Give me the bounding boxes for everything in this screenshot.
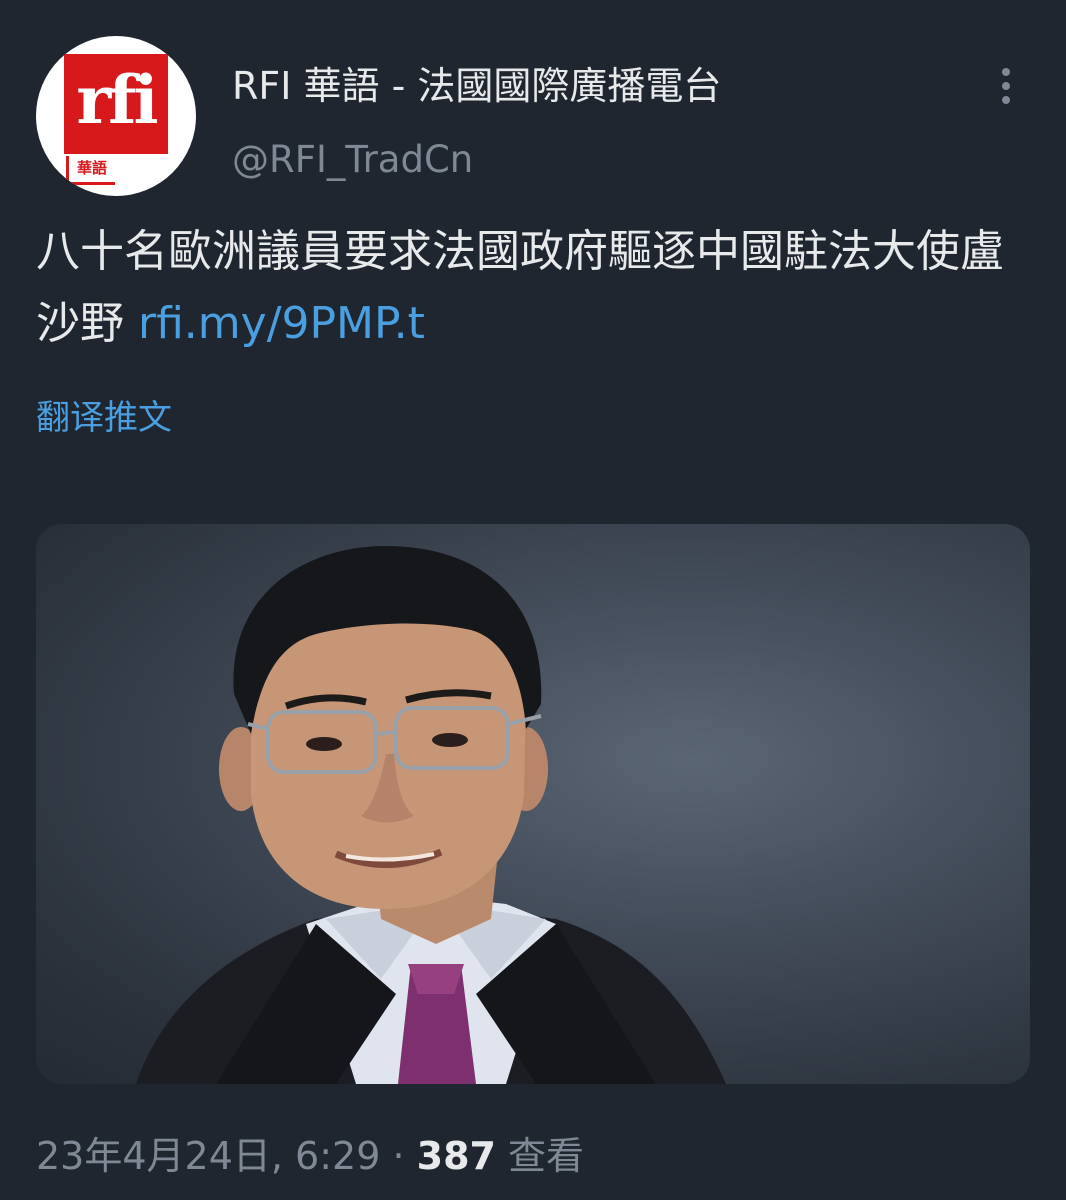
more-dot xyxy=(1002,96,1010,104)
rfi-logo: rfi 華語 xyxy=(64,54,168,186)
views-count: 387 xyxy=(416,1134,496,1178)
tweet-media-photo[interactable] xyxy=(36,524,1030,1084)
display-name[interactable]: RFI 華語 - 法國國際廣播電台 xyxy=(232,58,721,114)
more-dot xyxy=(1002,68,1010,76)
meta-separator: · xyxy=(380,1134,417,1178)
account-handle[interactable]: @RFI_TradCn xyxy=(232,132,473,188)
logo-text: rfi xyxy=(76,61,158,139)
portrait-photo xyxy=(136,545,726,1084)
avatar[interactable]: rfi 華語 xyxy=(36,36,196,196)
tweet-link[interactable]: rfi.my/9PMP.t xyxy=(138,298,425,349)
tweet-text: 八十名歐洲議員要求法國政府驅逐中國駐法大使盧沙野 rfi.my/9PMP.t xyxy=(36,216,1026,360)
translate-tweet-button[interactable]: 翻译推文 xyxy=(36,388,172,448)
more-dot xyxy=(1002,82,1010,90)
more-options-icon[interactable] xyxy=(986,62,1026,110)
tweet-meta: 23年4月24日, 6:29 · 387 查看 xyxy=(36,1126,584,1186)
logo-subtext: 華語 xyxy=(66,156,115,185)
tweet-timestamp[interactable]: 23年4月24日, 6:29 xyxy=(36,1134,380,1178)
tweet-card: rfi 華語 RFI 華語 - 法國國際廣播電台 @RFI_TradCn 八十名… xyxy=(0,0,1066,1200)
views-label: 查看 xyxy=(495,1134,585,1178)
